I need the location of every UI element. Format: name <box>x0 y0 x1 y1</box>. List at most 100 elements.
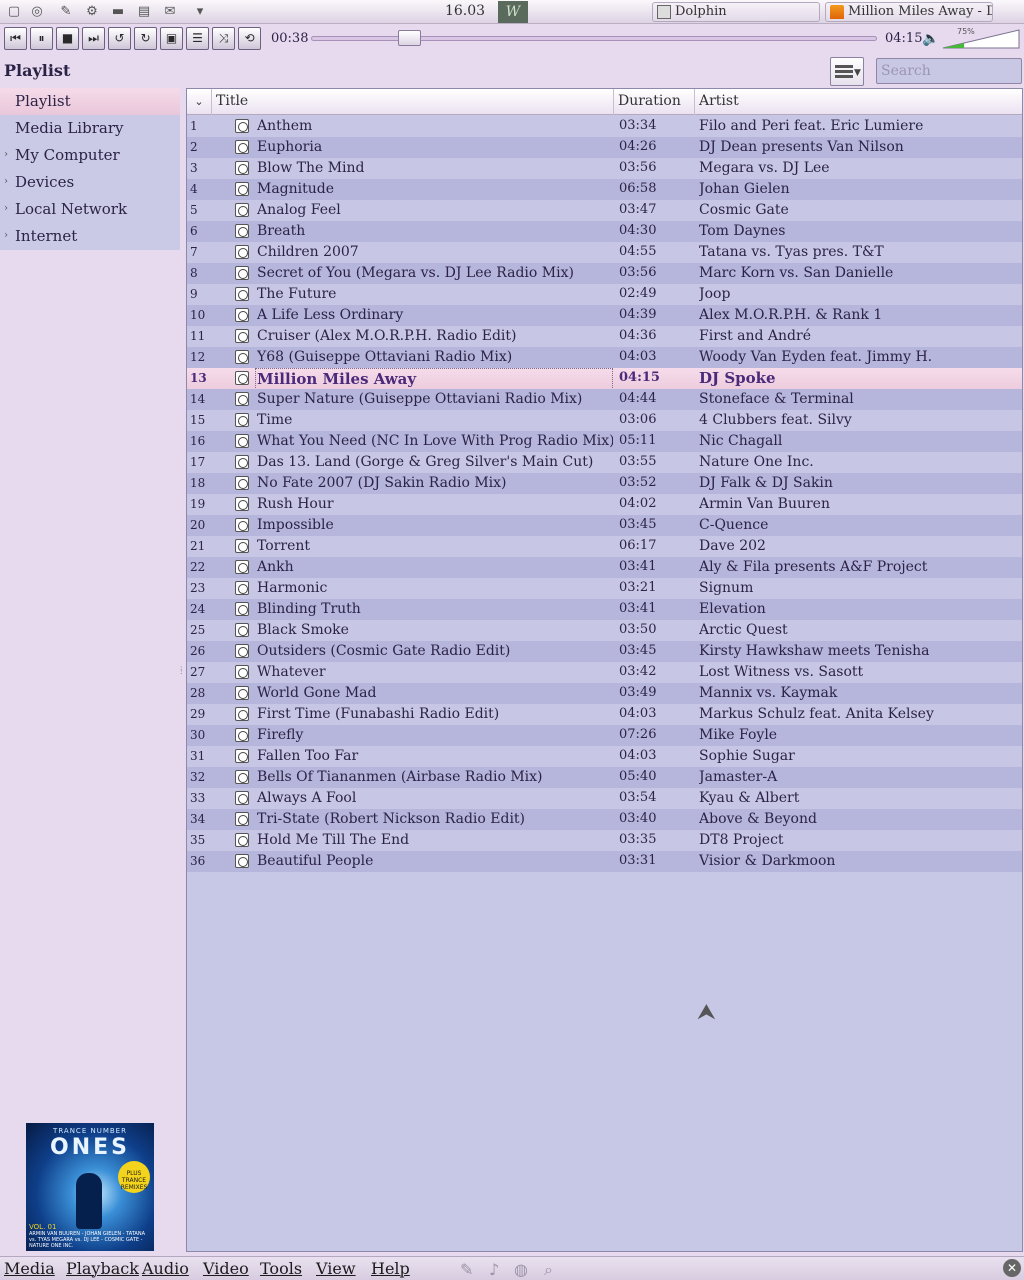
media-file-icon <box>235 455 249 469</box>
sidebar-item-devices[interactable]: › Devices <box>0 169 180 196</box>
music-note-icon[interactable]: ♪ <box>489 1260 499 1279</box>
seek-handle[interactable] <box>398 30 421 46</box>
table-row[interactable]: 24 Blinding Truth 03:41 Elevation <box>187 599 1022 620</box>
track-artist: DT8 Project <box>699 832 784 848</box>
sidebar-item-my-computer[interactable]: › My Computer <box>0 142 180 169</box>
menu-audio[interactable]: Audio <box>142 1259 189 1278</box>
table-row[interactable]: 26 Outsiders (Cosmic Gate Radio Edit) 03:4… <box>187 641 1022 662</box>
table-row[interactable]: 11 Cruiser (Alex M.O.R.P.H. Radio Edit) 04… <box>187 326 1022 347</box>
expand-arrow-icon[interactable]: › <box>4 169 8 195</box>
repeat-icon: ⟲ <box>244 31 255 45</box>
table-row[interactable]: 1 Anthem 03:34 Filo and Peri feat. Eric Lum… <box>187 116 1022 137</box>
table-row[interactable]: 15 Time 03:06 4 Clubbers feat. Silvy <box>187 410 1022 431</box>
stop-button[interactable]: ■ <box>56 27 79 50</box>
seek-slider[interactable] <box>311 36 877 41</box>
table-row[interactable]: 32 Bells Of Tiananmen (Airbase Radio Mix)… <box>187 767 1022 788</box>
sidebar-item-local-network[interactable]: › Local Network <box>0 196 180 223</box>
task-vlc[interactable]: Million Miles Away - DJ <box>825 2 993 22</box>
table-row[interactable]: 18 No Fate 2007 (DJ Sakin Radio Mix) 03:52… <box>187 473 1022 494</box>
sort-toggle[interactable]: ⌄ <box>187 89 212 115</box>
workspace-logo-icon[interactable]: W <box>498 1 528 23</box>
expand-arrow-icon[interactable]: › <box>4 142 8 168</box>
track-artist: Markus Schulz feat. Anita Kelsey <box>699 706 934 722</box>
playlist-view[interactable]: ⌄ Title Duration Artist 1 Anthem 03:34 Filo… <box>186 88 1023 1252</box>
track-number: 9 <box>190 287 198 301</box>
menu-view[interactable]: View <box>316 1259 356 1278</box>
table-row[interactable]: 20 Impossible 03:45 C-Quence <box>187 515 1022 536</box>
table-row[interactable]: 12 Y68 (Guiseppe Ottaviani Radio Mix) 04:0… <box>187 347 1022 368</box>
search-input[interactable] <box>876 58 1022 84</box>
view-mode-button[interactable]: ▼ <box>830 57 864 86</box>
random-button[interactable]: ⤨ <box>212 27 235 50</box>
expand-arrow-icon[interactable]: › <box>4 196 8 222</box>
table-row[interactable]: 22 Ankh 03:41 Aly & Fila presents A&F Proje… <box>187 557 1022 578</box>
table-row[interactable]: 35 Hold Me Till The End 03:35 DT8 Project <box>187 830 1022 851</box>
column-header-duration[interactable]: Duration <box>614 89 695 115</box>
table-row[interactable]: 2 Euphoria 04:26 DJ Dean presents Van Nilso… <box>187 137 1022 158</box>
previous-button[interactable]: ⏮ <box>4 27 27 50</box>
table-row[interactable]: 31 Fallen Too Far 04:03 Sophie Sugar <box>187 746 1022 767</box>
table-row[interactable]: 19 Rush Hour 04:02 Armin Van Buuren <box>187 494 1022 515</box>
sidebar-item-playlist[interactable]: Playlist <box>0 88 180 115</box>
column-header-title[interactable]: Title <box>212 89 614 115</box>
edit-icon[interactable]: ✎ <box>57 3 75 21</box>
pen-icon[interactable]: ✎ <box>460 1260 473 1279</box>
table-row[interactable]: 6 Breath 04:30 Tom Daynes <box>187 221 1022 242</box>
table-row[interactable]: 9 The Future 02:49 Joop <box>187 284 1022 305</box>
mail-icon[interactable]: ✉ <box>161 3 179 21</box>
table-row[interactable]: 5 Analog Feel 03:47 Cosmic Gate <box>187 200 1022 221</box>
table-row[interactable]: 17 Das 13. Land (Gorge & Greg Silver's Ma… <box>187 452 1022 473</box>
table-row[interactable]: 34 Tri-State (Robert Nickson Radio Edit) 0… <box>187 809 1022 830</box>
next-button[interactable]: ⏭ <box>82 27 105 50</box>
table-row[interactable]: 7 Children 2007 04:55 Tatana vs. Tyas pres.… <box>187 242 1022 263</box>
track-title: Black Smoke <box>257 622 349 638</box>
table-row[interactable]: 4 Magnitude 06:58 Johan Gielen <box>187 179 1022 200</box>
speaker-icon[interactable]: 🔈 <box>922 31 939 47</box>
menu-playback[interactable]: Playback <box>66 1259 139 1278</box>
table-row[interactable]: 10 A Life Less Ordinary 04:39 Alex M.O.R.P.… <box>187 305 1022 326</box>
album-art[interactable]: TRANCE NUMBER ONES PLUS TRANCE REMIXES V… <box>26 1123 154 1251</box>
media-file-icon <box>235 665 249 679</box>
pause-button[interactable]: ⏸ <box>30 27 53 50</box>
menu-video[interactable]: Video <box>203 1259 249 1278</box>
panel-splitter-handle[interactable]: :: <box>180 664 183 676</box>
sidebar-item-media-library[interactable]: Media Library <box>0 115 180 142</box>
disk-icon[interactable]: ▬ <box>109 3 127 21</box>
table-row[interactable]: 3 Blow The Mind 03:56 Megara vs. DJ Lee <box>187 158 1022 179</box>
folder-icon[interactable]: ▤ <box>135 3 153 21</box>
faster-button[interactable]: ↻ <box>134 27 157 50</box>
playlist-toggle-button[interactable]: ☰ <box>186 27 209 50</box>
chevron-down-icon[interactable]: ▾ <box>191 3 209 21</box>
app-icon[interactable]: ▢ <box>5 3 23 21</box>
table-row[interactable]: 29 First Time (Funabashi Radio Edit) 04:03… <box>187 704 1022 725</box>
table-row[interactable]: 16 What You Need (NC In Love With Prog Ra… <box>187 431 1022 452</box>
menu-media[interactable]: Media <box>4 1259 55 1278</box>
table-row[interactable]: 14 Super Nature (Guiseppe Ottaviani Radio… <box>187 389 1022 410</box>
table-row[interactable]: 8 Secret of You (Megara vs. DJ Lee Radio … <box>187 263 1022 284</box>
slower-button[interactable]: ↺ <box>108 27 131 50</box>
expand-arrow-icon[interactable]: › <box>4 223 8 249</box>
sidebar-item-internet[interactable]: › Internet <box>0 223 180 250</box>
table-row[interactable]: 27 Whatever 03:42 Lost Witness vs. Sasott <box>187 662 1022 683</box>
table-row[interactable]: 21 Torrent 06:17 Dave 202 <box>187 536 1022 557</box>
search-icon[interactable]: ⌕ <box>544 1260 553 1280</box>
column-header-artist[interactable]: Artist <box>695 89 1022 115</box>
volume-slider[interactable] <box>941 28 1021 50</box>
table-row[interactable]: 23 Harmonic 03:21 Signum <box>187 578 1022 599</box>
table-row[interactable]: 25 Black Smoke 03:50 Arctic Quest <box>187 620 1022 641</box>
table-row[interactable]: 33 Always A Fool 03:54 Kyau & Albert <box>187 788 1022 809</box>
network-icon[interactable]: ◎ <box>28 3 46 21</box>
close-icon[interactable]: ✕ <box>1003 1259 1021 1277</box>
table-row[interactable]: 28 World Gone Mad 03:49 Mannix vs. Kaymak <box>187 683 1022 704</box>
table-row-current[interactable]: 13 Million Miles Away 04:15 DJ Spoke <box>187 368 1022 390</box>
table-row[interactable]: 30 Firefly 07:26 Mike Foyle <box>187 725 1022 746</box>
track-artist: Marc Korn vs. San Danielle <box>699 265 894 281</box>
task-dolphin[interactable]: Dolphin <box>652 2 820 22</box>
fullscreen-button[interactable]: ▣ <box>160 27 183 50</box>
globe-icon[interactable]: ◍ <box>514 1260 528 1279</box>
table-row[interactable]: 36 Beautiful People 03:31 Visior & Darkmoon <box>187 851 1022 872</box>
settings-icon[interactable]: ⚙ <box>83 3 101 21</box>
loop-button[interactable]: ⟲ <box>238 27 261 50</box>
menu-help[interactable]: Help <box>371 1259 410 1278</box>
menu-tools[interactable]: Tools <box>260 1259 302 1278</box>
